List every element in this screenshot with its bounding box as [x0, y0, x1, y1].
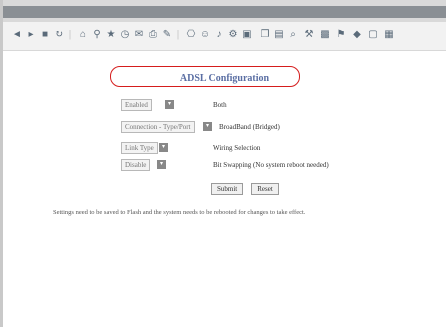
paste-icon[interactable]: ▤ — [273, 29, 285, 41]
browser-window: ◄ ▸ ■ ↻ | ⌂ ⚲ ★ ◷ ✉ ⎙ ✎ | ⎔ ☺ ♪ ⚙ ▣ ❐ ▤ … — [0, 0, 446, 327]
field-value: Wiring Selection — [213, 144, 261, 152]
discuss-icon[interactable]: ⎔ — [185, 29, 197, 41]
dropdown-arrow-icon[interactable]: ▾ — [159, 143, 168, 152]
footer-note: Settings need to be saved to Flash and t… — [53, 209, 306, 216]
tools-icon[interactable]: ⚒ — [303, 29, 315, 41]
media-icon[interactable]: ♪ — [213, 29, 225, 41]
messenger-icon[interactable]: ☺ — [199, 29, 211, 41]
field-row: Enabled ▾ Both — [121, 99, 321, 111]
find-icon[interactable]: ⌕ — [287, 29, 299, 41]
title-bar-strip — [3, 6, 446, 18]
search-icon[interactable]: ⚲ — [91, 29, 103, 41]
dropdown-arrow-icon[interactable]: ▾ — [157, 160, 166, 169]
print-icon[interactable]: ⎙ — [147, 29, 159, 41]
reset-button[interactable]: Reset — [251, 183, 279, 195]
field-row: Disable ▾ Bit Swapping (No system reboot… — [121, 159, 381, 171]
home-icon[interactable]: ⌂ — [77, 29, 89, 41]
field-value: Bit Swapping (No system reboot needed) — [213, 161, 329, 169]
image-icon[interactable]: ▩ — [319, 29, 331, 41]
toolbar-separator: | — [68, 29, 71, 40]
title-bar — [0, 0, 446, 22]
mail-icon[interactable]: ✉ — [133, 29, 145, 41]
edit-icon[interactable]: ✎ — [161, 29, 173, 41]
submit-button[interactable]: Submit — [211, 183, 244, 195]
favorites-icon[interactable]: ★ — [105, 29, 117, 41]
field-row: Connection - Type/Port ▾ BroadBand (Brid… — [121, 121, 341, 133]
page-content: ADSL Configuration Enabled ▾ Both Connec… — [3, 51, 446, 327]
save-icon[interactable]: ▣ — [241, 29, 253, 41]
settings-icon[interactable]: ⚙ — [227, 29, 239, 41]
field-value: Both — [213, 101, 227, 109]
dropdown-arrow-icon[interactable]: ▾ — [165, 100, 174, 109]
field-value: BroadBand (Bridged) — [219, 123, 280, 131]
grid-icon[interactable]: ▦ — [383, 29, 395, 41]
toolbar-separator: | — [176, 29, 179, 40]
field-label[interactable]: Connection - Type/Port — [121, 121, 195, 133]
page-title: ADSL Configuration — [179, 73, 270, 84]
history-icon[interactable]: ◷ — [119, 29, 131, 41]
stop-icon[interactable]: ■ — [39, 29, 51, 41]
copy-icon[interactable]: ❐ — [259, 29, 271, 41]
window-icon[interactable]: ▢ — [367, 29, 379, 41]
field-label[interactable]: Link Type — [121, 142, 158, 154]
back-icon[interactable]: ◄ — [11, 29, 23, 41]
field-label[interactable]: Enabled — [121, 99, 152, 111]
refresh-icon[interactable]: ↻ — [53, 29, 65, 41]
forward-icon[interactable]: ▸ — [25, 29, 37, 41]
dropdown-arrow-icon[interactable]: ▾ — [203, 122, 212, 131]
field-row: Link Type ▾ Wiring Selection — [121, 142, 341, 154]
diamond-icon[interactable]: ◆ — [351, 29, 363, 41]
browser-toolbar: ◄ ▸ ■ ↻ | ⌂ ⚲ ★ ◷ ✉ ⎙ ✎ | ⎔ ☺ ♪ ⚙ ▣ ❐ ▤ … — [3, 22, 446, 51]
field-label[interactable]: Disable — [121, 159, 151, 171]
flag-icon[interactable]: ⚑ — [335, 29, 347, 41]
form-actions: Submit Reset — [211, 178, 283, 195]
